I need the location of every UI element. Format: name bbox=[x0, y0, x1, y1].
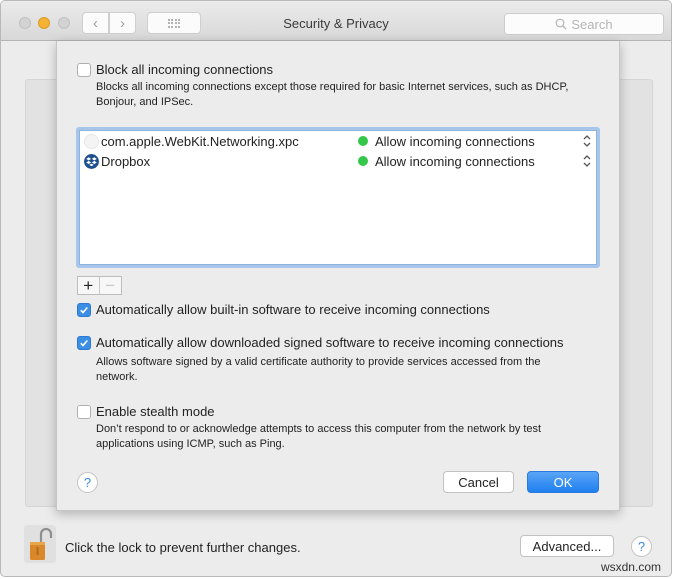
watermark: wsxdn.com bbox=[600, 560, 661, 574]
connection-status-select[interactable]: Allow incoming connections bbox=[375, 134, 535, 149]
connection-status-select[interactable]: Allow incoming connections bbox=[375, 154, 535, 169]
block-all-description: Blocks all incoming connections except t… bbox=[96, 81, 569, 108]
status-dot-icon bbox=[358, 136, 368, 146]
stealth-mode-label: Enable stealth mode bbox=[96, 404, 215, 419]
bottom-bar: Click the lock to prevent further change… bbox=[1, 511, 671, 576]
dropbox-icon bbox=[84, 154, 99, 169]
app-name: com.apple.WebKit.Networking.xpc bbox=[101, 134, 299, 149]
help-button-main[interactable]: ? bbox=[631, 536, 652, 557]
stealth-mode-checkbox[interactable] bbox=[77, 405, 91, 419]
security-privacy-window: ‹ › Security & Privacy Search Block all … bbox=[0, 0, 672, 577]
auto-allow-builtin-checkbox[interactable] bbox=[77, 303, 91, 317]
app-list[interactable]: com.apple.WebKit.Networking.xpc Allow in… bbox=[76, 127, 600, 268]
advanced-button[interactable]: Advanced... bbox=[520, 535, 614, 557]
app-name: Dropbox bbox=[101, 154, 151, 169]
select-stepper-icon[interactable] bbox=[582, 133, 592, 149]
ok-button[interactable]: OK bbox=[527, 471, 599, 493]
auto-allow-builtin-label: Automatically allow built-in software to… bbox=[96, 302, 490, 317]
auto-allow-signed-label: Automatically allow downloaded signed so… bbox=[96, 335, 564, 350]
app-list-row[interactable]: Dropbox Allow incoming connections bbox=[79, 151, 597, 171]
block-all-checkbox[interactable] bbox=[77, 63, 91, 77]
stealth-mode-description: Don’t respond to or acknowledge attempts… bbox=[96, 423, 542, 450]
app-list-row[interactable]: com.apple.WebKit.Networking.xpc Allow in… bbox=[79, 131, 597, 151]
add-app-button[interactable]: + bbox=[78, 276, 100, 295]
blank-app-icon bbox=[84, 134, 99, 149]
firewall-options-sheet: Block all incoming connections Blocks al… bbox=[56, 41, 620, 511]
select-stepper-icon[interactable] bbox=[582, 153, 592, 169]
title-bar: ‹ › Security & Privacy Search bbox=[1, 1, 671, 41]
search-field[interactable]: Search bbox=[504, 13, 664, 35]
lock-message: Click the lock to prevent further change… bbox=[65, 540, 301, 555]
search-placeholder: Search bbox=[571, 16, 613, 32]
unlocked-padlock-icon[interactable] bbox=[24, 525, 56, 563]
cancel-button[interactable]: Cancel bbox=[443, 471, 514, 493]
remove-app-button[interactable]: − bbox=[100, 276, 121, 295]
block-all-label: Block all incoming connections bbox=[96, 62, 274, 77]
add-remove-control: + − bbox=[77, 276, 122, 295]
auto-allow-signed-checkbox[interactable] bbox=[77, 336, 91, 350]
help-button[interactable]: ? bbox=[77, 472, 98, 493]
search-icon bbox=[555, 18, 567, 30]
checkmark-icon bbox=[80, 306, 88, 314]
auto-allow-signed-description: Allows software signed by a valid certif… bbox=[96, 356, 541, 383]
status-dot-icon bbox=[358, 156, 368, 166]
checkmark-icon bbox=[80, 339, 88, 347]
